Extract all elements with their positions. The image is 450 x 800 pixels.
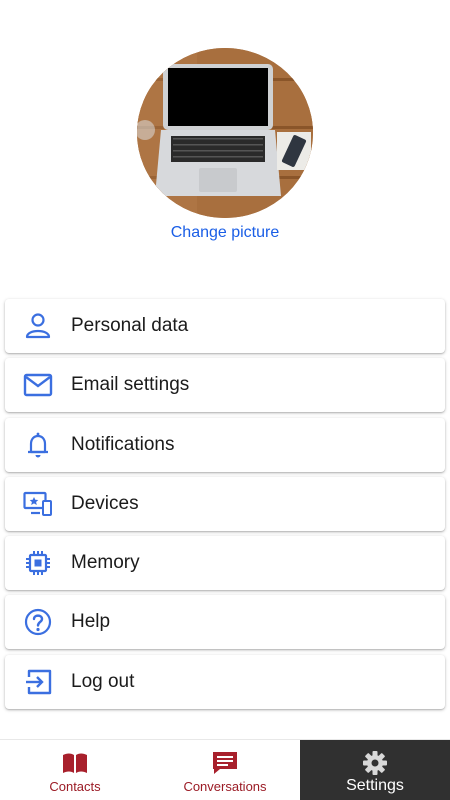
book-icon bbox=[60, 750, 90, 776]
menu-item-personal-data[interactable]: Personal data bbox=[5, 299, 445, 353]
help-icon bbox=[23, 608, 53, 636]
logout-icon bbox=[23, 668, 53, 696]
menu-item-devices[interactable]: Devices bbox=[5, 476, 445, 531]
menu-item-email-settings[interactable]: Email settings bbox=[5, 358, 445, 413]
change-picture-link[interactable]: Change picture bbox=[0, 224, 450, 242]
tab-conversations[interactable]: Conversations bbox=[150, 740, 300, 800]
laptop-photo bbox=[137, 48, 313, 218]
menu-item-label: Devices bbox=[71, 492, 139, 514]
menu-item-help[interactable]: Help bbox=[5, 595, 445, 650]
tab-label: Conversations bbox=[183, 779, 267, 794]
tab-contacts[interactable]: Contacts bbox=[0, 740, 150, 800]
devices-icon bbox=[23, 490, 53, 518]
bell-icon bbox=[23, 431, 53, 459]
person-icon bbox=[23, 312, 53, 340]
bottom-navigation: Contacts Conversations Settings bbox=[0, 739, 450, 800]
menu-item-label: Personal data bbox=[71, 315, 189, 336]
tab-settings[interactable]: Settings bbox=[300, 740, 450, 800]
menu-item-memory[interactable]: Memory bbox=[5, 536, 445, 591]
menu-item-label: Notifications bbox=[71, 433, 175, 455]
tab-label: Contacts bbox=[49, 779, 101, 794]
menu-item-notifications[interactable]: Notifications bbox=[5, 417, 445, 472]
mail-icon bbox=[23, 371, 53, 399]
chat-icon bbox=[210, 750, 240, 776]
settings-menu: Personal data Email settings Notificatio… bbox=[5, 299, 445, 714]
menu-item-label: Memory bbox=[71, 552, 140, 574]
avatar[interactable] bbox=[137, 48, 313, 218]
menu-item-label: Help bbox=[71, 611, 111, 633]
profile-section: Change picture bbox=[0, 0, 450, 260]
tab-label: Settings bbox=[346, 777, 404, 794]
menu-item-label: Email settings bbox=[71, 374, 190, 396]
menu-item-label: Log out bbox=[71, 670, 135, 692]
gear-icon bbox=[360, 750, 390, 776]
menu-item-log-out[interactable]: Log out bbox=[5, 654, 445, 709]
chip-icon bbox=[23, 549, 53, 577]
